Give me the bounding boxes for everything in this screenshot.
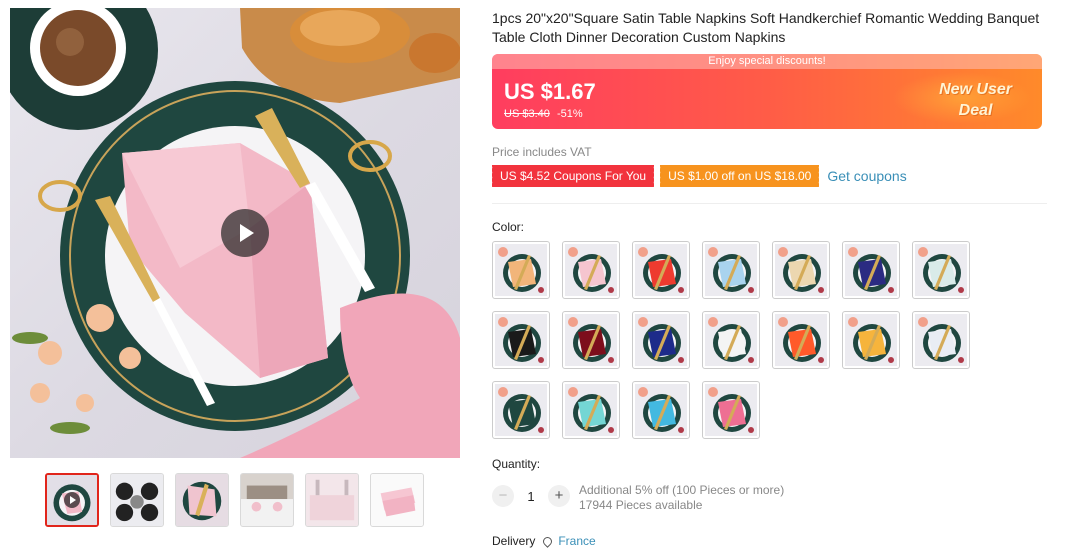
new-user-deal-badge: New User Deal: [939, 79, 1012, 121]
color-swatch-15[interactable]: [492, 381, 550, 439]
swatch-image: [635, 244, 687, 296]
swatch-image: [495, 314, 547, 366]
swatch-image: [915, 314, 967, 366]
color-swatch-14[interactable]: [912, 311, 970, 369]
thumbnail-4[interactable]: [240, 473, 294, 527]
thumbnail-image: [241, 474, 293, 526]
swatch-image: [565, 384, 617, 436]
discount-strip: Enjoy special discounts!: [492, 54, 1042, 69]
color-label: Color:: [492, 220, 525, 234]
delivery-row: Delivery France: [492, 534, 596, 548]
color-swatch-18[interactable]: [702, 381, 760, 439]
color-swatch-11[interactable]: [702, 311, 760, 369]
discount-percent: -51%: [556, 108, 583, 120]
color-swatches: [492, 241, 992, 439]
color-swatch-17[interactable]: [632, 381, 690, 439]
thumbnail-image: [306, 474, 358, 526]
thumbnail-image: [111, 474, 163, 526]
color-swatch-3[interactable]: [632, 241, 690, 299]
swatch-image: [845, 314, 897, 366]
original-price-row: US $3.40 -51%: [504, 108, 583, 120]
quantity-info: Additional 5% off (100 Pieces or more) 1…: [579, 483, 784, 513]
color-swatch-4[interactable]: [702, 241, 760, 299]
thumbnail-5[interactable]: [305, 473, 359, 527]
current-price: US $1.67: [504, 79, 596, 104]
color-swatch-9[interactable]: [562, 311, 620, 369]
color-swatch-10[interactable]: [632, 311, 690, 369]
color-swatch-13[interactable]: [842, 311, 900, 369]
color-swatch-7[interactable]: [912, 241, 970, 299]
color-swatch-8[interactable]: [492, 311, 550, 369]
location-pin-icon: [541, 534, 555, 548]
get-coupons-link[interactable]: Get coupons: [827, 168, 906, 184]
color-swatch-2[interactable]: [562, 241, 620, 299]
swatch-image: [845, 244, 897, 296]
vat-note: Price includes VAT: [492, 145, 592, 159]
thumbnail-2[interactable]: [110, 473, 164, 527]
swatch-image: [495, 244, 547, 296]
thumbnail-strip: [45, 473, 424, 527]
bulk-discount-note: Additional 5% off (100 Pieces or more): [579, 483, 785, 497]
quantity-label: Quantity:: [492, 457, 541, 471]
swatch-image: [705, 244, 757, 296]
increase-quantity-button[interactable]: +: [548, 485, 570, 507]
swatch-image: [635, 384, 687, 436]
swatch-image: [915, 244, 967, 296]
deal-line-1: New User: [939, 81, 1012, 98]
decrease-quantity-button[interactable]: −: [492, 485, 514, 507]
play-icon: [240, 224, 254, 242]
price-banner: Enjoy special discounts! US $1.67 US $3.…: [492, 54, 1042, 129]
swatch-image: [775, 314, 827, 366]
color-swatch-6[interactable]: [842, 241, 900, 299]
swatch-image: [565, 244, 617, 296]
swatch-image: [775, 244, 827, 296]
delivery-label: Delivery: [492, 534, 536, 548]
thumbnail-6[interactable]: [370, 473, 424, 527]
delivery-country-link[interactable]: France: [558, 534, 595, 548]
color-swatch-16[interactable]: [562, 381, 620, 439]
color-swatch-1[interactable]: [492, 241, 550, 299]
color-swatch-12[interactable]: [772, 311, 830, 369]
swatch-image: [565, 314, 617, 366]
swatch-image: [495, 384, 547, 436]
coupon-off[interactable]: US $1.00 off on US $18.00: [658, 165, 820, 187]
quantity-stepper: − 1 +: [492, 485, 570, 507]
swatch-image: [635, 314, 687, 366]
play-video-button[interactable]: [221, 209, 269, 257]
deal-line-2: Deal: [958, 102, 993, 119]
quantity-value[interactable]: 1: [514, 489, 548, 504]
original-price: US $3.40: [504, 108, 550, 120]
swatch-image: [705, 314, 757, 366]
swatch-image: [705, 384, 757, 436]
coupon-row: US $4.52 Coupons For You US $1.00 off on…: [489, 165, 907, 187]
thumbnail-image: [176, 474, 228, 526]
thumbnail-image: [371, 474, 423, 526]
coupon-for-you[interactable]: US $4.52 Coupons For You: [489, 165, 655, 187]
product-title: 1pcs 20"x20"Square Satin Table Napkins S…: [492, 10, 1040, 45]
divider: [492, 203, 1047, 204]
color-swatch-5[interactable]: [772, 241, 830, 299]
main-product-image[interactable]: [10, 8, 460, 458]
thumbnail-3[interactable]: [175, 473, 229, 527]
thumbnail-1[interactable]: [45, 473, 99, 527]
play-icon: [64, 492, 80, 508]
stock-available: 17944 Pieces available: [579, 498, 703, 512]
